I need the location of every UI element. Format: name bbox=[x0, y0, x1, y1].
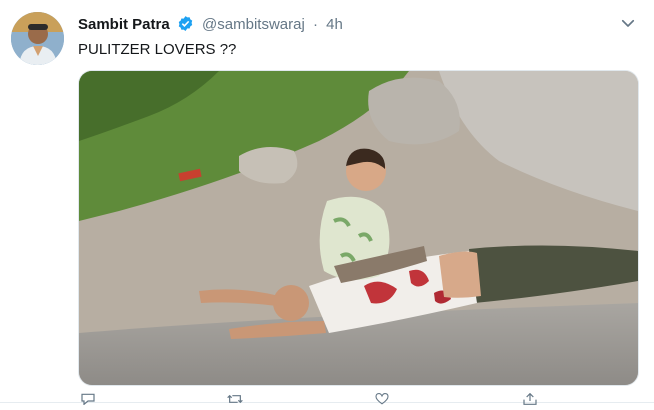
share-icon[interactable] bbox=[522, 392, 538, 410]
retweet-icon[interactable] bbox=[226, 392, 244, 410]
avatar[interactable] bbox=[11, 12, 64, 65]
separator-dot: · bbox=[312, 16, 318, 33]
tweet-header: Sambit Patra @sambitswaraj · 4h bbox=[78, 15, 343, 38]
author-handle[interactable]: @sambitswaraj bbox=[202, 16, 305, 33]
tweet[interactable]: Sambit Patra @sambitswaraj · 4h PULITZER… bbox=[0, 0, 654, 406]
reply-icon[interactable] bbox=[80, 392, 96, 410]
verified-badge-icon bbox=[177, 15, 194, 38]
tweet-time[interactable]: 4h bbox=[326, 16, 343, 33]
like-icon[interactable] bbox=[374, 392, 390, 410]
chevron-down-icon[interactable] bbox=[619, 14, 637, 37]
author-name[interactable]: Sambit Patra bbox=[78, 16, 170, 33]
tweet-media-photo[interactable] bbox=[78, 70, 639, 386]
tweet-text: PULITZER LOVERS ?? bbox=[78, 41, 237, 58]
tweet-actions bbox=[78, 392, 598, 406]
